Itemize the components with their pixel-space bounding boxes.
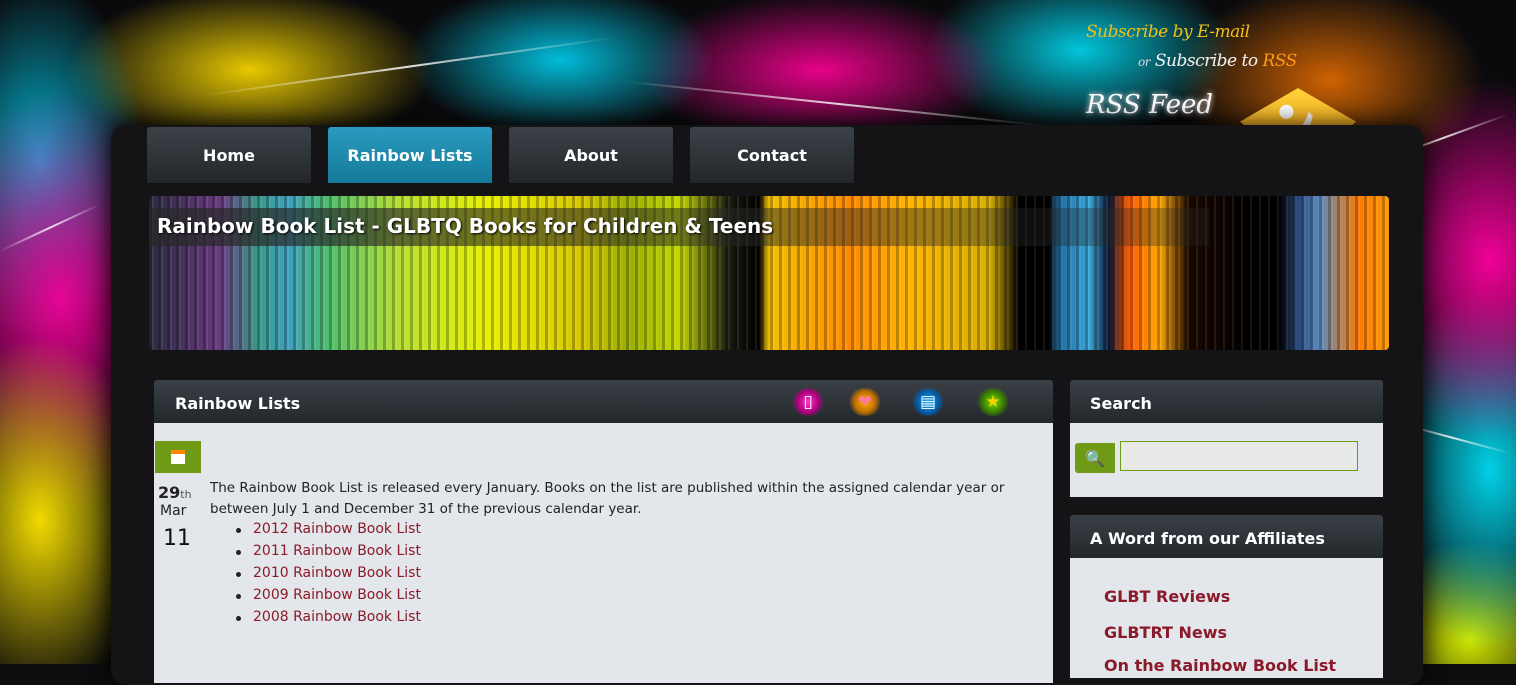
comment-icon[interactable]: ▯ bbox=[790, 388, 826, 416]
search-input[interactable] bbox=[1120, 441, 1358, 471]
calendar-icon bbox=[155, 441, 201, 473]
list-item[interactable]: 2010 Rainbow Book List bbox=[236, 565, 421, 587]
nav-about[interactable]: About bbox=[509, 127, 673, 183]
subscribe-rss-prefix: Subscribe to bbox=[1154, 51, 1258, 71]
heart-add-icon[interactable]: ❤ bbox=[847, 388, 883, 416]
star-icon[interactable]: ★ bbox=[975, 388, 1011, 416]
main-panel-title[interactable]: Rainbow Lists bbox=[175, 394, 300, 413]
post-intro-text: The Rainbow Book List is released every … bbox=[210, 480, 1005, 517]
list-item[interactable]: 2012 Rainbow Book List bbox=[236, 521, 421, 543]
subscribe-rss-highlight: RSS bbox=[1262, 51, 1297, 71]
list-item[interactable]: 2011 Rainbow Book List bbox=[236, 543, 421, 565]
search-icon: 🔍 bbox=[1085, 448, 1105, 468]
nav-contact[interactable]: Contact bbox=[690, 127, 854, 183]
main-nav: Home Rainbow Lists About Contact bbox=[147, 127, 871, 183]
search-widget-title: Search bbox=[1090, 394, 1152, 413]
document-add-icon[interactable]: ▤ bbox=[910, 388, 946, 416]
subscribe-email-link[interactable]: Subscribe by E-mail bbox=[1086, 22, 1250, 42]
rainbow-list-links: 2012 Rainbow Book List 2011 Rainbow Book… bbox=[236, 521, 421, 631]
site-title[interactable]: Rainbow Book List - GLBTQ Books for Chil… bbox=[157, 214, 773, 238]
post-date-day: 29th bbox=[158, 483, 192, 502]
post-date-month: Mar bbox=[160, 503, 187, 519]
affiliate-link-glbt-reviews[interactable]: GLBT Reviews bbox=[1104, 587, 1230, 606]
search-button[interactable]: 🔍 bbox=[1075, 443, 1115, 473]
list-item[interactable]: 2008 Rainbow Book List bbox=[236, 609, 421, 631]
list-item[interactable]: 2009 Rainbow Book List bbox=[236, 587, 421, 609]
affiliate-link-rainbow-book-list[interactable]: On the Rainbow Book List bbox=[1104, 656, 1336, 675]
post-date-year: 11 bbox=[163, 526, 191, 551]
or-text: or bbox=[1138, 55, 1150, 69]
nav-home[interactable]: Home bbox=[147, 127, 311, 183]
subscribe-rss-link[interactable]: or Subscribe to RSS bbox=[1138, 51, 1297, 71]
post-day-number: 29 bbox=[158, 483, 181, 502]
affiliate-link-glbtrt-news[interactable]: GLBTRT News bbox=[1104, 623, 1227, 642]
affiliates-widget-title: A Word from our Affiliates bbox=[1090, 529, 1325, 548]
post-day-suffix: th bbox=[180, 488, 192, 501]
nav-rainbow-lists[interactable]: Rainbow Lists bbox=[328, 127, 492, 183]
rss-feed-label[interactable]: RSS Feed bbox=[1086, 90, 1213, 120]
